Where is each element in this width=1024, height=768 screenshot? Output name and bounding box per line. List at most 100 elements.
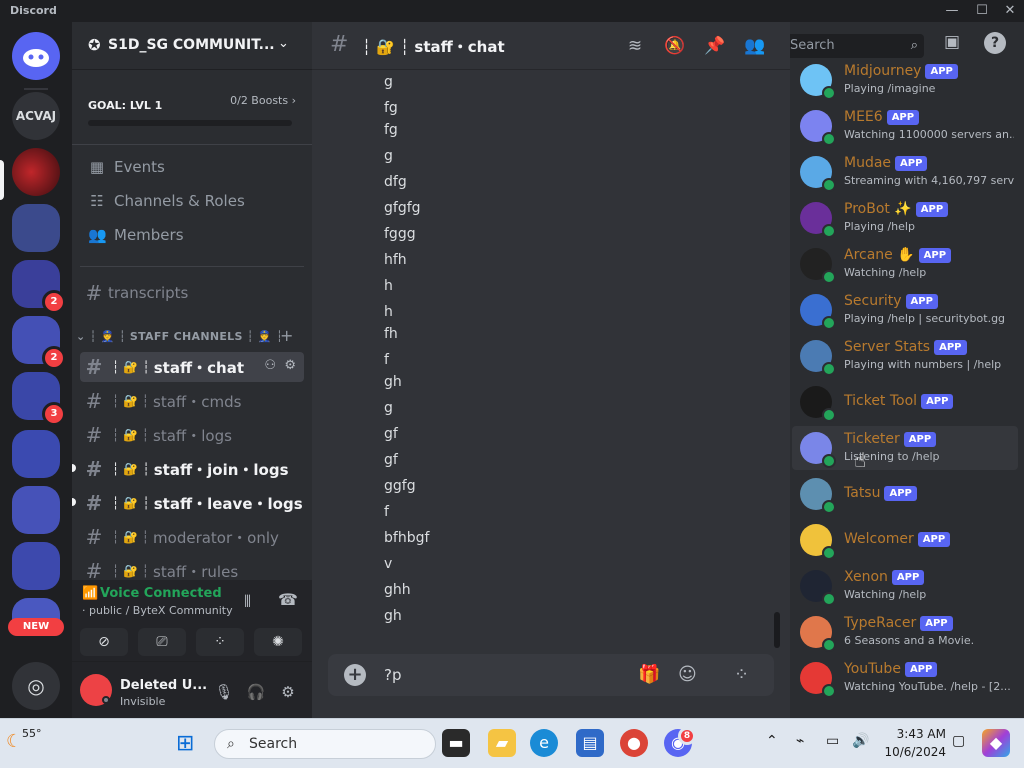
clock-date[interactable]: 10/6/2024 [880, 745, 946, 759]
category-staff-channels[interactable]: ⌄ ┆ 👮 ┆ STAFF CHANNELS ┆ 👮 ┆ [76, 330, 283, 343]
rail-divider [24, 88, 48, 90]
server-folder-1[interactable] [12, 204, 60, 252]
nav-members[interactable]: 👥 Members [88, 224, 184, 246]
message: fg [384, 100, 398, 116]
gift-icon[interactable]: 🎁 [638, 664, 660, 685]
voice-channel[interactable]: · public / ByteX Community [82, 604, 233, 617]
settings-gear-icon[interactable]: ⚙ [284, 358, 296, 373]
copilot-icon[interactable]: ◆ [982, 729, 1010, 757]
app-tag: APP [904, 661, 938, 677]
edge-icon[interactable]: e [530, 729, 558, 757]
minimize-button[interactable]: — [938, 2, 966, 20]
message-input[interactable]: ?p [384, 666, 401, 684]
apps-icon[interactable]: ⁘ [734, 664, 749, 685]
chrome-icon[interactable]: ● [620, 729, 648, 757]
voice-status[interactable]: Voice Connected [100, 586, 222, 601]
message-composer[interactable]: + ?p 🎁 ☺ ⁘ [328, 654, 774, 696]
direct-messages-button[interactable] [12, 32, 60, 80]
server-header[interactable]: ✪ S1D_SG COMMUNIT... ⌄ [72, 22, 312, 70]
pinned-messages-icon[interactable]: 📌 [702, 34, 728, 58]
help-icon[interactable]: ? [984, 32, 1006, 54]
activities-button[interactable]: ⁘ [196, 628, 244, 656]
server-rail: ACVAJ 2 2 3 NEW ◎ [0, 22, 72, 718]
member-activity: Watching 1100000 servers an... [844, 128, 1014, 141]
member-list: Search ⌕ ▣ ? Midjourney APP Playing /imagi… [790, 22, 1024, 718]
display-icon[interactable]: ▭ [826, 733, 839, 749]
hashtag-icon: # [85, 355, 103, 379]
app-tag: APP [886, 109, 920, 125]
weather-icon[interactable]: ☾ [6, 731, 22, 752]
member-row[interactable]: Mudae APP Streaming with 4,160,797 serv... [792, 150, 1018, 194]
member-row[interactable]: Arcane ✋ APP Watching /help [792, 242, 1018, 286]
member-row[interactable]: TypeRacer APP 6 Seasons and a Movie. [792, 610, 1018, 654]
channel-staff-chat[interactable]: # ┆ 🔐 ┆ staff・chat ⚙ ⚇ [80, 352, 304, 382]
message: g [384, 148, 393, 164]
boost-goal[interactable]: GOAL: LVL 1 0/2 Boosts › [88, 94, 296, 126]
weather-temp[interactable]: 55° [22, 727, 42, 740]
notifications-icon[interactable]: ▢ [952, 733, 965, 749]
member-list-icon[interactable]: 👥 [742, 34, 768, 58]
member-row[interactable]: Security APP Playing /help | securitybot.g… [792, 288, 1018, 332]
online-status-indicator [822, 638, 836, 652]
nav-channels-roles[interactable]: ☷ Channels & Roles [88, 190, 245, 212]
network-off-icon[interactable]: ⌁ [796, 733, 804, 749]
windows-start-icon[interactable]: ⊞ [176, 731, 194, 756]
server-folder-5[interactable] [12, 430, 60, 478]
member-row[interactable]: ProBot ✨ APP Playing /help [792, 196, 1018, 240]
notification-bell-muted-icon[interactable]: 🔕 [662, 34, 688, 58]
channel-staff-logs[interactable]: # ┆ 🔐 ┆ staff・logs [80, 420, 304, 450]
message: gf [384, 452, 398, 468]
member-row[interactable]: Xenon APP Watching /help [792, 564, 1018, 608]
new-servers-badge[interactable]: NEW [8, 618, 64, 636]
member-activity: Playing /imagine [844, 82, 936, 95]
search-input[interactable]: Search ⌕ [790, 34, 924, 58]
volume-icon[interactable]: 🔊 [852, 733, 869, 749]
soundboard-button[interactable]: ✺ [254, 628, 302, 656]
upload-plus-button[interactable]: + [344, 664, 366, 686]
discover-button[interactable]: ◎ [12, 662, 60, 710]
member-row[interactable]: Welcomer APP [792, 518, 1018, 562]
server-name: S1D_SG COMMUNIT... [108, 37, 275, 53]
username[interactable]: Deleted U... [120, 678, 207, 693]
member-row[interactable]: Ticket Tool APP [792, 380, 1018, 424]
noise-suppression-icon[interactable]: ⦀ [244, 592, 251, 612]
create-channel-button[interactable]: + [280, 326, 293, 345]
channel-staff-cmds[interactable]: # ┆ 🔐 ┆ staff・cmds [80, 386, 304, 416]
channel-staff-join-logs[interactable]: # ┆ 🔐 ┆ staff・join・logs [80, 454, 304, 484]
terminal-icon[interactable]: ▬ [442, 729, 470, 757]
member-activity: 6 Seasons and a Movie. [844, 634, 975, 647]
member-row[interactable]: MEE6 APP Watching 1100000 servers an... [792, 104, 1018, 148]
file-explorer-icon[interactable]: ▰ [488, 729, 516, 757]
server-folder-7[interactable] [12, 542, 60, 590]
chat-scrollbar[interactable] [774, 612, 780, 648]
server-current[interactable] [12, 148, 60, 196]
server-acvaj[interactable]: ACVAJ [12, 92, 60, 140]
user-settings-icon[interactable]: ⚙ [276, 680, 300, 704]
channel-staff-leave-logs[interactable]: # ┆ 🔐 ┆ staff・leave・logs [80, 488, 304, 518]
emoji-icon[interactable]: ☺ [678, 664, 697, 685]
threads-icon[interactable]: ≋ [622, 34, 648, 58]
close-window-button[interactable]: ✕ [996, 2, 1024, 20]
channel-moderator-only[interactable]: # ┆ 🔐 ┆ moderator・only [80, 522, 304, 552]
chevron-up-icon[interactable]: ⌃ [766, 733, 778, 749]
app-tag: APP [884, 485, 917, 501]
member-row[interactable]: Server Stats APP Playing with numbers | /h… [792, 334, 1018, 378]
store-icon[interactable]: ▤ [576, 729, 604, 757]
member-row[interactable]: YouTube APP Watching YouTube. /help - [2..… [792, 656, 1018, 700]
nav-events[interactable]: ▦ Events [88, 156, 165, 178]
screen-share-button[interactable]: ⎚ [138, 628, 186, 656]
camera-off-button[interactable]: ⊘ [80, 628, 128, 656]
disconnect-icon[interactable]: ☎ [278, 590, 298, 609]
member-row[interactable]: Midjourney APP Playing /imagine [792, 58, 1018, 102]
member-row[interactable]: Ticketer APP Listening to /help [792, 426, 1018, 470]
server-folder-6[interactable] [12, 486, 60, 534]
maximize-button[interactable]: ☐ [968, 2, 996, 20]
channel-transcripts[interactable]: # transcripts [80, 278, 304, 308]
microphone-icon[interactable]: 🎙 [212, 680, 236, 704]
headphones-icon[interactable]: 🎧 [244, 680, 268, 704]
taskbar-search[interactable]: ⌕ Search [214, 729, 436, 759]
member-row[interactable]: Tatsu APP [792, 472, 1018, 516]
invite-member-icon[interactable]: ⚇ [264, 358, 276, 373]
inbox-icon[interactable]: ▣ [944, 32, 960, 52]
clock-time[interactable]: 3:43 AM [896, 727, 946, 741]
